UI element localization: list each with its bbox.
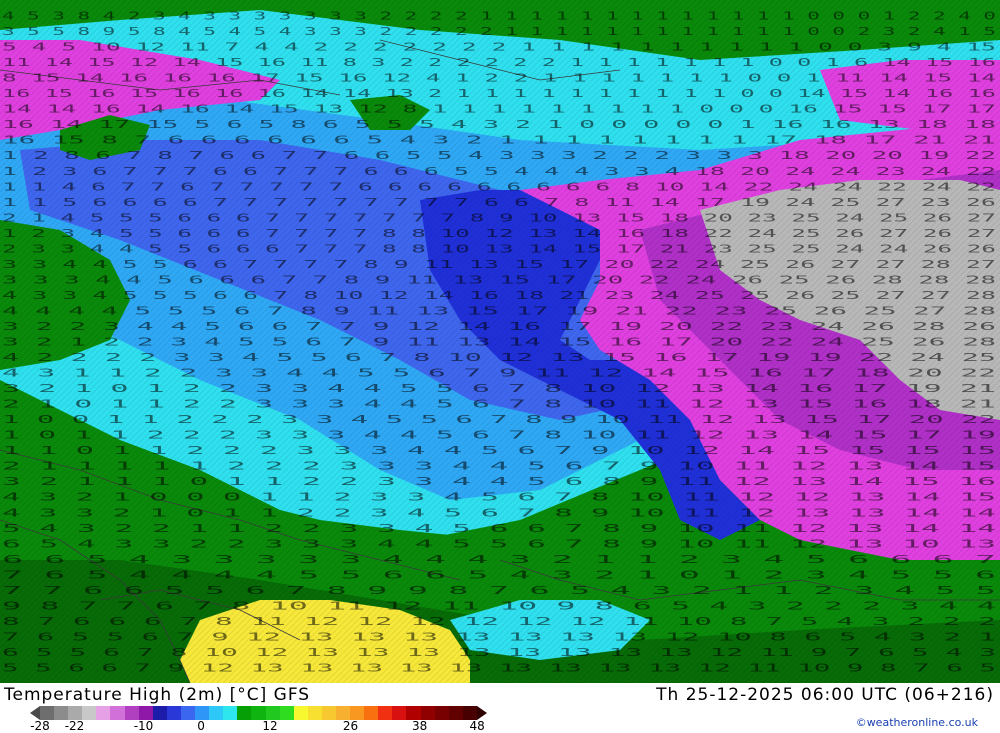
value-label-row: 5 4 3 2 2 1 1 2 2 3 3 4 5 6 6 7 8 9 10 1… <box>2 522 997 535</box>
value-label-row: 14 14 16 14 16 14 15 13 12 8 1 1 1 1 1 1… <box>2 103 996 116</box>
legend-segment <box>350 706 365 720</box>
legend-segment <box>152 706 167 720</box>
legend-segment <box>321 706 336 720</box>
credit-link[interactable]: ©weatheronline.co.uk <box>856 716 978 729</box>
value-label-row: 2 3 3 4 4 5 5 6 6 6 7 7 7 8 8 10 13 14 1… <box>2 242 996 255</box>
value-label-row: 3 2 1 2 2 3 4 5 5 6 7 9 11 13 14 15 16 1… <box>2 336 996 349</box>
legend-segment <box>293 706 308 720</box>
value-label-row: 1 1 0 1 1 2 2 2 3 3 3 4 4 5 6 7 9 10 12 … <box>2 444 996 457</box>
legend-segment <box>434 706 449 720</box>
value-label-row: 1 2 3 6 7 7 7 6 6 7 7 7 6 6 6 5 5 4 4 4 … <box>2 165 996 178</box>
value-label-row: 7 6 5 5 6 7 9 12 13 13 13 13 13 13 13 12… <box>2 630 996 643</box>
legend-segment <box>180 706 196 720</box>
value-label-row: 1 2 3 4 5 5 6 6 6 7 7 7 7 8 8 10 12 13 1… <box>2 227 996 240</box>
value-label-row: 1 0 1 1 2 2 2 3 3 3 4 4 5 6 7 8 10 11 12… <box>2 429 996 442</box>
map-canvas: 4 5 3 8 4 2 3 4 3 3 3 3 3 3 3 2 2 2 2 1 … <box>0 0 1000 683</box>
legend-segment <box>251 706 266 720</box>
value-label-row: 3 2 2 3 4 4 5 6 6 7 7 9 12 14 16 17 19 2… <box>2 320 996 333</box>
legend-segment <box>378 706 393 720</box>
legend-segment <box>237 706 252 720</box>
legend-segment <box>40 706 55 720</box>
value-label-row: 6 6 5 4 3 3 3 3 3 4 4 4 3 2 1 1 2 3 4 5 … <box>2 553 996 566</box>
map-title: Temperature High (2m) [°C] GFS <box>4 685 311 705</box>
legend-arrow-left-icon <box>30 706 40 720</box>
value-label-row: 1 1 4 6 7 7 6 7 7 7 7 7 6 6 6 6 6 6 6 6 … <box>2 180 996 193</box>
legend-ticks: -28 -22 -10 0 12 26 38 48 <box>0 719 485 733</box>
legend-segment <box>195 706 210 720</box>
legend-segment <box>462 706 477 720</box>
value-label-row: 3 5 5 8 9 5 8 4 5 4 5 4 3 3 3 2 2 2 2 2 … <box>2 25 996 38</box>
value-label-row: 16 14 17 15 5 6 5 8 6 5 5 5 4 3 2 1 0 0 … <box>2 118 996 131</box>
legend-segments <box>40 706 477 720</box>
value-label-row: 3 2 1 0 1 2 2 3 3 4 4 5 5 6 7 8 10 12 13… <box>2 382 996 395</box>
value-label-row: 2 1 4 5 5 5 6 6 6 7 7 7 7 7 7 7 8 9 10 1… <box>2 211 996 224</box>
legend-segment <box>364 706 379 720</box>
value-label-row: 3 3 4 4 5 5 6 6 7 7 7 7 8 9 11 13 15 17 … <box>2 258 996 271</box>
legend-segment <box>335 706 351 720</box>
forecast-datetime: Th 25-12-2025 06:00 UTC (06+216) <box>656 685 994 705</box>
legend-segment <box>68 706 83 720</box>
legend-segment <box>448 706 463 720</box>
legend-segment <box>124 706 139 720</box>
legend-tick-label: -10 <box>133 719 154 733</box>
legend-segment <box>110 706 125 720</box>
value-label-row: 4 3 1 1 2 2 3 3 4 4 5 5 6 7 9 11 12 14 1… <box>2 367 996 380</box>
value-label-row: 4 3 3 2 1 0 1 1 2 2 3 4 5 6 7 8 9 10 11 … <box>2 506 997 519</box>
value-label-row: 2 1 1 1 1 1 2 2 2 3 3 3 4 4 5 6 7 9 10 1… <box>2 460 996 473</box>
value-label-row: 4 3 3 4 5 5 5 6 6 7 8 10 12 14 16 18 21 … <box>2 289 996 302</box>
value-label-row: 4 2 2 2 2 3 3 4 5 5 6 7 8 10 12 13 15 16… <box>2 351 996 364</box>
value-label-row: 9 8 7 7 6 7 8 10 11 12 11 10 9 8 6 5 4 3… <box>2 599 997 612</box>
temperature-map: 4 5 3 8 4 2 3 4 3 3 3 3 3 3 3 2 2 2 2 1 … <box>0 0 1000 683</box>
value-label-row: 8 15 14 16 16 16 17 15 16 12 4 1 2 2 1 1… <box>2 72 997 85</box>
value-label-row: 1 2 8 6 7 8 7 6 6 7 7 6 6 5 5 4 3 3 3 2 … <box>2 149 996 162</box>
legend-segment <box>54 706 69 720</box>
legend-tick-label: 12 <box>262 719 278 733</box>
value-label-row: 6 5 4 3 3 2 2 3 3 3 4 4 5 5 6 7 8 9 10 1… <box>2 537 996 550</box>
legend-segment <box>406 706 421 720</box>
legend-tick-label: -28 <box>30 719 50 733</box>
legend-segment <box>96 706 111 720</box>
legend-segment <box>82 706 97 720</box>
legend-tick-label: -22 <box>64 719 85 733</box>
value-label-row: 16 15 8 7 6 6 6 6 6 6 5 4 3 2 1 1 1 1 1 … <box>2 134 996 147</box>
value-label-row: 5 5 6 6 7 9 12 13 13 13 13 13 13 13 13 1… <box>2 661 996 674</box>
legend-arrow-right-icon <box>476 706 487 720</box>
legend-tick-label: 38 <box>411 719 428 733</box>
legend-segment <box>420 706 435 720</box>
value-label-row: 1 1 5 6 6 6 6 7 7 7 7 7 7 7 7 7 6 6 7 8 … <box>2 196 996 209</box>
value-label-row: 8 7 6 6 6 7 8 11 12 12 12 12 12 12 11 10… <box>2 615 996 628</box>
legend-segment <box>138 706 153 720</box>
value-label-row: 4 4 4 4 5 5 5 6 7 8 9 11 13 15 17 19 21 … <box>2 304 996 317</box>
legend-tick-label: 48 <box>469 719 485 733</box>
legend-segment <box>307 706 322 720</box>
value-label-row: 3 3 3 4 4 5 6 6 6 7 7 8 9 11 13 15 17 20… <box>2 273 996 286</box>
value-label-row: 5 4 5 10 12 11 7 4 4 2 2 2 2 2 2 2 1 1 1… <box>2 41 996 54</box>
value-label-row: 7 7 6 6 5 5 6 7 8 9 9 8 7 6 5 4 3 2 1 1 … <box>2 584 996 597</box>
value-label-row: 4 3 2 1 0 0 0 1 1 2 3 3 4 5 6 7 8 10 11 … <box>2 491 996 504</box>
value-label-row: 7 6 5 4 4 4 4 5 5 6 6 5 4 3 2 1 0 1 2 3 … <box>2 568 996 581</box>
legend-tick-label: 0 <box>197 719 205 733</box>
value-label-row: 11 14 15 12 14 15 16 11 8 3 2 2 2 2 2 2 … <box>2 56 996 69</box>
map-footer: Temperature High (2m) [°C] GFS Th 25-12-… <box>0 683 1000 733</box>
legend-segment <box>279 706 294 720</box>
legend-tick-label: 26 <box>342 719 359 733</box>
value-label-row: 2 1 0 1 1 2 2 3 3 3 4 4 5 6 7 8 10 11 12… <box>2 398 996 411</box>
legend-segment <box>166 706 181 720</box>
value-label-row: 4 5 3 8 4 2 3 4 3 3 3 3 3 3 3 2 2 2 2 1 … <box>2 10 996 23</box>
legend-segment <box>392 706 407 720</box>
value-labels: 4 5 3 8 4 2 3 4 3 3 3 3 3 3 3 2 2 2 2 1 … <box>2 10 997 675</box>
value-label-row: 1 0 0 1 1 2 2 2 3 3 4 5 5 6 7 8 9 10 11 … <box>2 413 996 426</box>
value-label-row: 6 5 5 6 7 8 10 12 13 13 13 13 13 13 13 1… <box>2 646 996 659</box>
legend-segment <box>223 706 238 720</box>
value-label-row: 16 15 16 15 16 16 16 14 14 13 2 1 1 1 1 … <box>2 87 996 100</box>
color-legend-bar <box>30 706 487 720</box>
legend-segment <box>265 706 280 720</box>
legend-segment <box>209 706 224 720</box>
value-label-row: 3 2 1 1 1 0 1 1 2 2 3 3 4 4 5 6 8 9 11 1… <box>2 475 996 488</box>
